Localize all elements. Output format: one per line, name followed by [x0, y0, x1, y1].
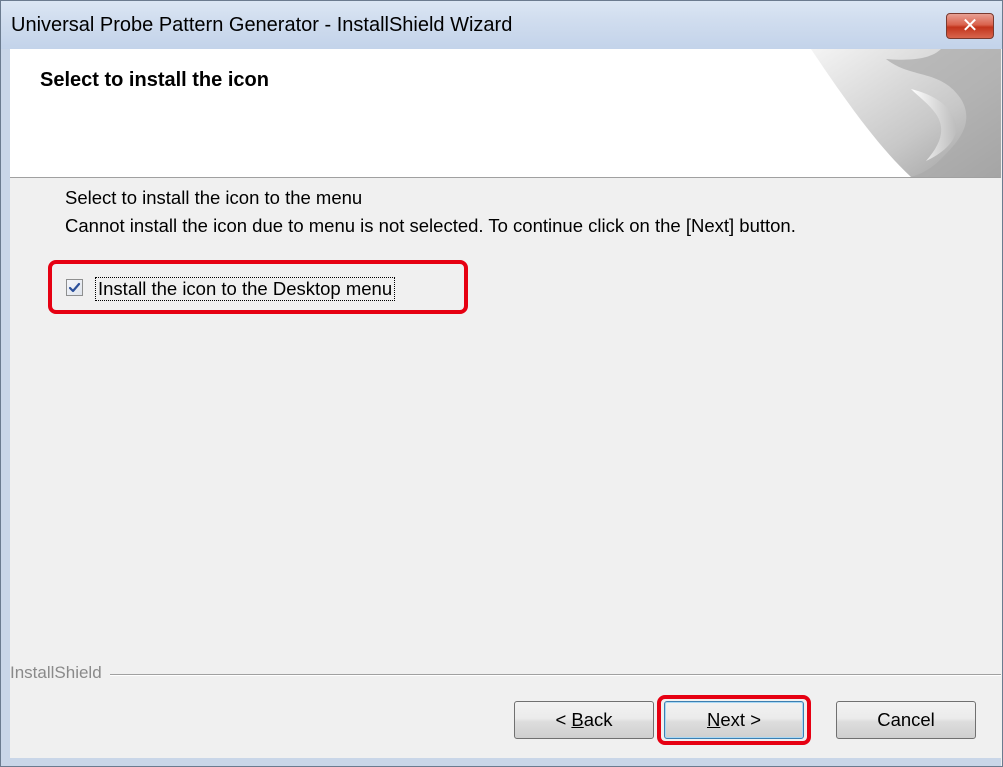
back-button[interactable]: < Back [514, 701, 654, 739]
instruction-line-2: Cannot install the icon due to menu is n… [65, 215, 796, 236]
desktop-icon-checkbox-label[interactable]: Install the icon to the Desktop menu [95, 277, 396, 301]
back-button-prefix: < [555, 709, 572, 730]
close-icon: ✕ [961, 13, 979, 37]
cancel-button-label: Cancel [877, 709, 935, 730]
back-button-label: ack [583, 709, 613, 730]
instruction-line-1: Select to install the icon to the menu [65, 187, 363, 208]
installshield-brand-divider: InstallShield [10, 663, 1001, 683]
checkmark-icon [68, 282, 81, 293]
installer-window: Universal Probe Pattern Generator - Inst… [0, 0, 1003, 767]
title-bar: Universal Probe Pattern Generator - Inst… [1, 1, 1002, 49]
cancel-button[interactable]: Cancel [836, 701, 976, 739]
page-curl-graphic [811, 49, 1001, 177]
close-button[interactable]: ✕ [946, 13, 994, 39]
window-bottom-border [10, 758, 1001, 766]
desktop-icon-checkbox[interactable] [66, 279, 83, 296]
window-title: Universal Probe Pattern Generator - Inst… [11, 14, 513, 36]
window-left-border [1, 49, 10, 766]
next-button-mnemonic: N [707, 709, 721, 730]
wizard-header: Select to install the icon [10, 49, 1001, 178]
page-title: Select to install the icon [40, 69, 269, 91]
installshield-brand: InstallShield [10, 663, 110, 683]
next-button-label: ext > [720, 709, 761, 730]
back-button-mnemonic: B [571, 709, 584, 730]
next-button[interactable]: Next > [664, 701, 804, 739]
divider-line [10, 674, 1001, 676]
